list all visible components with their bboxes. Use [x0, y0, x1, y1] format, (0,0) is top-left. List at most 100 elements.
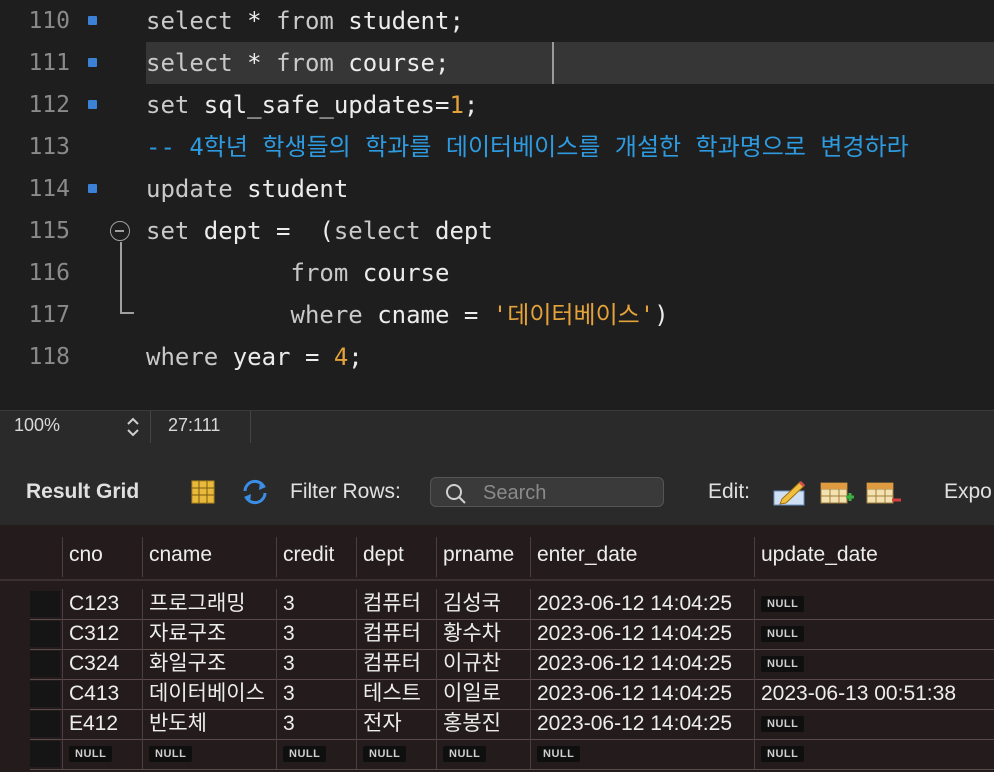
table-cell[interactable]: 2023-06-12 14:04:25 — [530, 649, 754, 679]
code-line[interactable]: 111 select * from course; — [0, 42, 994, 84]
table-cell[interactable]: 3 — [276, 619, 356, 649]
delete-row-icon[interactable] — [866, 479, 902, 515]
table-cell[interactable]: 3 — [276, 589, 356, 619]
table-cell[interactable]: 컴퓨터 — [356, 649, 436, 679]
code-text[interactable]: where cname = '데이터베이스') — [146, 294, 669, 336]
table-cell[interactable]: 프로그래밍 — [142, 589, 276, 619]
code-line[interactable]: 115 set dept = (select dept — [0, 210, 994, 252]
statement-marker-icon[interactable] — [88, 58, 97, 67]
table-cell[interactable]: NULL — [754, 619, 994, 649]
table-row[interactable]: E412 반도체 3 전자 홍봉진 2023-06-12 14:04:25 NULL — [0, 709, 994, 739]
code-text[interactable]: where year = 4; — [146, 336, 363, 378]
row-selector[interactable] — [30, 711, 60, 737]
statement-marker-icon[interactable] — [88, 16, 97, 25]
table-cell[interactable]: 데이터베이스 — [142, 679, 276, 709]
column-header-dept[interactable]: dept — [356, 537, 436, 577]
table-cell[interactable]: 김성국 — [436, 589, 530, 619]
table-cell[interactable]: 2023-06-12 14:04:25 — [530, 679, 754, 709]
table-cell[interactable]: 자료구조 — [142, 619, 276, 649]
table-cell[interactable]: 3 — [276, 709, 356, 739]
table-cell[interactable]: 테스트 — [356, 679, 436, 709]
code-text[interactable]: select * from student; — [146, 0, 464, 42]
code-line[interactable]: 114 update student — [0, 168, 994, 210]
code-line[interactable]: 112 set sql_safe_updates=1; — [0, 84, 994, 126]
row-selector[interactable] — [30, 591, 60, 617]
statement-marker-icon[interactable] — [88, 100, 97, 109]
table-cell[interactable]: NULL — [754, 739, 994, 769]
table-cell[interactable]: 황수차 — [436, 619, 530, 649]
edit-cell-icon[interactable] — [772, 479, 808, 515]
table-cell[interactable]: 2023-06-12 14:04:25 — [530, 589, 754, 619]
zoom-stepper-icon[interactable] — [124, 415, 142, 439]
code-text[interactable]: select * from course; — [146, 42, 449, 84]
table-cell[interactable]: NULL — [142, 739, 276, 769]
sql-editor[interactable]: 110 select * from student; 111 select * fro… — [0, 0, 994, 410]
table-cell[interactable]: NULL — [276, 739, 356, 769]
column-header-prname[interactable]: prname — [436, 537, 530, 577]
table-cell[interactable]: 2023-06-13 00:51:38 — [754, 679, 994, 709]
grid-layout-icon[interactable] — [190, 479, 216, 511]
status-divider — [150, 411, 151, 443]
table-cell[interactable]: NULL — [754, 709, 994, 739]
code-text[interactable]: -- 4학년 학생들의 학과를 데이터베이스를 개설한 학과명으로 변경하라 — [146, 126, 909, 168]
table-cell[interactable]: 3 — [276, 679, 356, 709]
code-text[interactable]: set dept = (select dept — [146, 210, 493, 252]
code-token: -- 4학년 학생들의 학과를 데이터베이스를 개설한 학과명으로 변경하라 — [146, 133, 909, 161]
row-selector[interactable] — [30, 741, 60, 767]
row-selector[interactable] — [30, 621, 60, 647]
code-text[interactable]: set sql_safe_updates=1; — [146, 84, 478, 126]
code-token: update — [146, 175, 233, 203]
filter-search-box[interactable] — [430, 477, 664, 507]
row-selector[interactable] — [30, 651, 60, 677]
code-text[interactable]: update student — [146, 168, 348, 210]
column-header-cno[interactable]: cno — [62, 537, 142, 577]
table-cell[interactable]: E412 — [62, 709, 142, 739]
code-text[interactable]: from course — [146, 252, 450, 294]
table-row[interactable]: C123 프로그래밍 3 컴퓨터 김성국 2023-06-12 14:04:25 NULL — [0, 589, 994, 619]
table-cell[interactable]: C324 — [62, 649, 142, 679]
table-cell[interactable]: 3 — [276, 649, 356, 679]
code-line[interactable]: 116 from course — [0, 252, 994, 294]
table-row[interactable]: C413 데이터베이스 3 테스트 이일로 2023-06-12 14:04:25 2023… — [0, 679, 994, 709]
fold-toggle-icon[interactable] — [110, 221, 130, 241]
code-line[interactable]: 113 -- 4학년 학생들의 학과를 데이터베이스를 개설한 학과명으로 변경하… — [0, 126, 994, 168]
refresh-icon[interactable] — [240, 479, 270, 511]
code-line[interactable]: 117 where cname = '데이터베이스') — [0, 294, 994, 336]
column-header-credit[interactable]: credit — [276, 537, 356, 577]
add-row-icon[interactable] — [820, 479, 856, 515]
code-line[interactable]: 118 where year = 4; — [0, 336, 994, 378]
editor-status-bar: 100% 27:111 — [0, 410, 994, 443]
table-cell[interactable]: 홍봉진 — [436, 709, 530, 739]
table-cell[interactable]: NULL — [62, 739, 142, 769]
row-selector[interactable] — [30, 681, 60, 707]
table-cell[interactable]: 컴퓨터 — [356, 589, 436, 619]
table-cell[interactable]: 화일구조 — [142, 649, 276, 679]
result-grid[interactable]: cno cname credit dept prname enter_date update… — [0, 525, 994, 772]
column-header-update-date[interactable]: update_date — [754, 537, 994, 577]
table-cell[interactable]: NULL — [754, 649, 994, 679]
table-cell[interactable]: 컴퓨터 — [356, 619, 436, 649]
statement-marker-icon[interactable] — [88, 184, 97, 193]
table-cell[interactable]: NULL — [530, 739, 754, 769]
table-row[interactable]: C312 자료구조 3 컴퓨터 황수차 2023-06-12 14:04:25 NULL — [0, 619, 994, 649]
table-cell[interactable]: C413 — [62, 679, 142, 709]
export-button[interactable]: Expo — [944, 480, 992, 504]
filter-search-input[interactable] — [481, 480, 660, 506]
table-cell[interactable]: NULL — [436, 739, 530, 769]
table-row[interactable]: NULL NULL NULL NULL NULL NULL NULL — [0, 739, 994, 769]
table-cell[interactable]: C123 — [62, 589, 142, 619]
table-cell[interactable]: 2023-06-12 14:04:25 — [530, 619, 754, 649]
table-cell[interactable]: 반도체 — [142, 709, 276, 739]
table-cell[interactable]: C312 — [62, 619, 142, 649]
table-row[interactable]: C324 화일구조 3 컴퓨터 이규찬 2023-06-12 14:04:25 NULL — [0, 649, 994, 679]
code-line[interactable]: 110 select * from student; — [0, 0, 994, 42]
table-cell[interactable]: 2023-06-12 14:04:25 — [530, 709, 754, 739]
table-cell[interactable]: 이일로 — [436, 679, 530, 709]
table-cell[interactable]: 이규찬 — [436, 649, 530, 679]
table-cell[interactable]: NULL — [754, 589, 994, 619]
table-cell[interactable]: NULL — [356, 739, 436, 769]
table-cell[interactable]: 전자 — [356, 709, 436, 739]
column-header-cname[interactable]: cname — [142, 537, 276, 577]
code-token: ; — [463, 91, 479, 119]
column-header-enter-date[interactable]: enter_date — [530, 537, 754, 577]
